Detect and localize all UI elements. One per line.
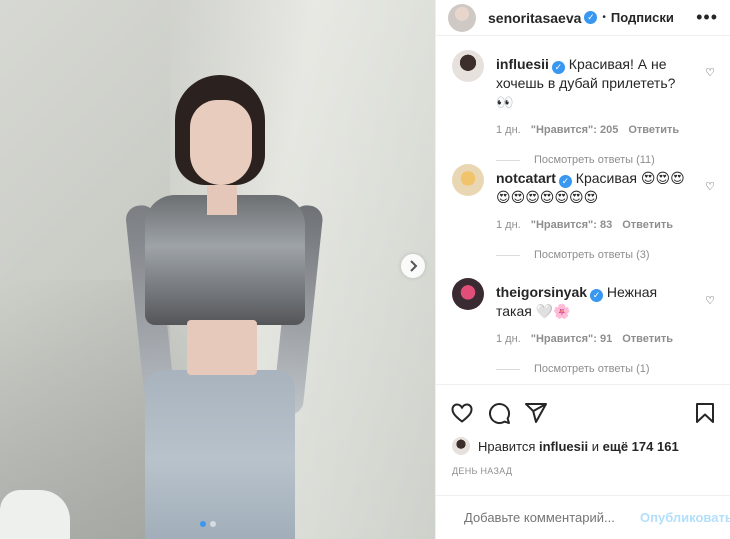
heart-icon[interactable]: ♡ (705, 180, 715, 193)
likes-summary: Нравится influesii и ещё 174 161 (452, 437, 679, 455)
comment-text-block: theigorsinyak ✓ Нежная такая 🤍🌸 (496, 278, 695, 321)
verified-icon: ✓ (558, 175, 572, 188)
commenter-avatar[interactable] (452, 50, 484, 82)
liker-username[interactable]: influesii (539, 439, 588, 454)
author-avatar[interactable] (448, 3, 476, 32)
reply-button[interactable]: Ответить (628, 124, 679, 136)
carousel-dots (200, 521, 216, 527)
carousel-dot-2 (210, 521, 216, 527)
post-side-panel: senoritasaeva ✓ • Подписки ••• influesii… (435, 0, 730, 539)
heart-icon[interactable] (450, 401, 474, 425)
post-date[interactable]: ДЕНЬ НАЗАД (452, 466, 512, 476)
reply-button[interactable]: Ответить (622, 333, 673, 345)
chevron-right-icon (410, 260, 418, 272)
bookmark-icon[interactable] (693, 401, 717, 425)
verified-icon: ✓ (590, 289, 604, 302)
commenter-username[interactable]: theigorsinyak (496, 284, 587, 300)
liker-avatar[interactable] (452, 437, 470, 455)
header-separator: • (602, 12, 606, 23)
add-comment-bar: Опубликовать (436, 495, 730, 539)
view-replies-label: Посмотреть ответы (3) (534, 249, 650, 261)
post-comment-button[interactable]: Опубликовать (640, 510, 730, 525)
likes-connector: и (591, 438, 600, 454)
comment-meta: 1 дн. "Нравится": 83 Ответить (496, 219, 695, 231)
post-header: senoritasaeva ✓ • Подписки ••• (436, 0, 730, 36)
view-replies-label: Посмотреть ответы (1) (534, 363, 650, 375)
view-replies-button[interactable]: Посмотреть ответы (3) (496, 249, 695, 261)
comment-text-block: influesii ✓ Красивая! А не хочешь в дубай… (496, 50, 695, 112)
commenter-avatar[interactable] (452, 164, 484, 196)
comment-time: 1 дн. (496, 219, 521, 231)
heart-icon[interactable]: ♡ (705, 66, 715, 79)
post-actions (436, 384, 730, 440)
comment-icon[interactable] (487, 401, 511, 425)
replies-divider (496, 159, 520, 161)
comment-likes[interactable]: "Нравится": 205 (531, 124, 619, 136)
photo-person (124, 75, 324, 539)
share-icon[interactable] (524, 401, 548, 425)
comment-text-block: notcatart ✓ Красивая 😍😍😍😍😍😍😍😍😍😍 (496, 164, 695, 207)
commenter-username[interactable]: notcatart (496, 170, 556, 186)
heart-icon[interactable]: ♡ (705, 294, 715, 307)
replies-divider (496, 254, 520, 256)
following-button[interactable]: Подписки (611, 10, 674, 25)
comment-likes[interactable]: "Нравится": 83 (531, 219, 612, 231)
verified-icon: ✓ (584, 11, 598, 24)
comment-likes[interactable]: "Нравится": 91 (531, 333, 612, 345)
reply-button[interactable]: Ответить (622, 219, 673, 231)
replies-divider (496, 368, 520, 370)
comment-input[interactable] (464, 510, 640, 525)
photo-bed (0, 490, 70, 539)
carousel-dot-1 (200, 521, 206, 527)
comment-time: 1 дн. (496, 124, 521, 136)
verified-icon: ✓ (551, 61, 565, 74)
comment-meta: 1 дн. "Нравится": 205 Ответить (496, 124, 695, 136)
comment-item: notcatart ✓ Красивая 😍😍😍😍😍😍😍😍😍😍 1 дн. "Нр… (436, 164, 730, 278)
comment-time: 1 дн. (496, 333, 521, 345)
carousel-next-button[interactable] (401, 254, 425, 278)
more-icon[interactable]: ••• (696, 7, 718, 28)
comment-item: theigorsinyak ✓ Нежная такая 🤍🌸 1 дн. "Нр… (436, 278, 730, 383)
comment-item: influesii ✓ Красивая! А не хочешь в дубай… (436, 50, 730, 166)
view-replies-button[interactable]: Посмотреть ответы (1) (496, 363, 695, 375)
comments-list[interactable]: influesii ✓ Красивая! А не хочешь в дубай… (436, 50, 730, 383)
post-photo[interactable] (0, 0, 435, 539)
comment-meta: 1 дн. "Нравится": 91 Ответить (496, 333, 695, 345)
commenter-avatar[interactable] (452, 278, 484, 310)
likes-count[interactable]: ещё 174 161 (603, 439, 679, 454)
commenter-username[interactable]: influesii (496, 56, 549, 72)
likes-prefix: Нравится (478, 438, 536, 454)
author-username[interactable]: senoritasaeva (488, 10, 581, 26)
